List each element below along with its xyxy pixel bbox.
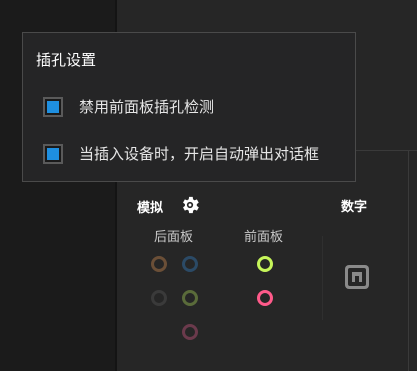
rear-jack-blue[interactable] <box>182 256 198 272</box>
checkbox-disable-front-detection[interactable] <box>43 96 63 117</box>
option-disable-front-detection[interactable]: 禁用前面板插孔检测 <box>43 96 214 117</box>
checkbox-auto-popup-dialog[interactable] <box>43 143 63 164</box>
option-label: 禁用前面板插孔检测 <box>79 98 215 116</box>
rear-panel-label: 后面板 <box>154 230 194 245</box>
gear-icon[interactable] <box>179 194 201 216</box>
option-label: 当插入设备时，开启自动弹出对话框 <box>79 145 320 163</box>
digital-separator <box>322 236 323 320</box>
option-auto-popup-dialog[interactable]: 当插入设备时，开启自动弹出对话框 <box>43 143 319 164</box>
digital-label: 数字 <box>341 200 368 215</box>
jack-settings-dialog: 插孔设置 禁用前面板插孔检测 当插入设备时，开启自动弹出对话框 <box>22 32 356 182</box>
checkbox-checked-mark <box>47 147 59 160</box>
checkbox-checked-mark <box>47 100 59 113</box>
front-jack-lime[interactable] <box>257 256 273 272</box>
panel-edge-line <box>408 150 409 371</box>
rear-jack-brown[interactable] <box>151 256 167 272</box>
analog-label: 模拟 <box>137 201 164 216</box>
rear-jack-green[interactable] <box>182 290 198 306</box>
front-jack-pink[interactable] <box>257 290 273 306</box>
dialog-title: 插孔设置 <box>36 51 97 69</box>
rear-jack-pink[interactable] <box>182 324 198 340</box>
front-panel-label: 前面板 <box>244 230 284 245</box>
rear-jack-black[interactable] <box>151 290 167 306</box>
optical-port-icon[interactable] <box>344 264 370 290</box>
